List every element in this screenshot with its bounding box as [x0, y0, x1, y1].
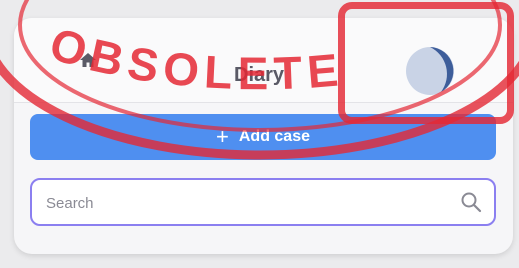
home-icon[interactable]: [78, 50, 98, 70]
main-card: Diary + Add case: [14, 18, 513, 254]
add-case-button[interactable]: + Add case: [30, 114, 496, 160]
plus-icon: +: [216, 124, 229, 149]
avatar[interactable]: [397, 38, 463, 104]
search-box: [30, 178, 496, 226]
search-input[interactable]: [44, 180, 448, 226]
app-header: Diary: [14, 18, 513, 103]
page-title: Diary: [234, 64, 285, 86]
add-case-label: Add case: [238, 128, 310, 145]
search-icon[interactable]: [460, 191, 482, 213]
